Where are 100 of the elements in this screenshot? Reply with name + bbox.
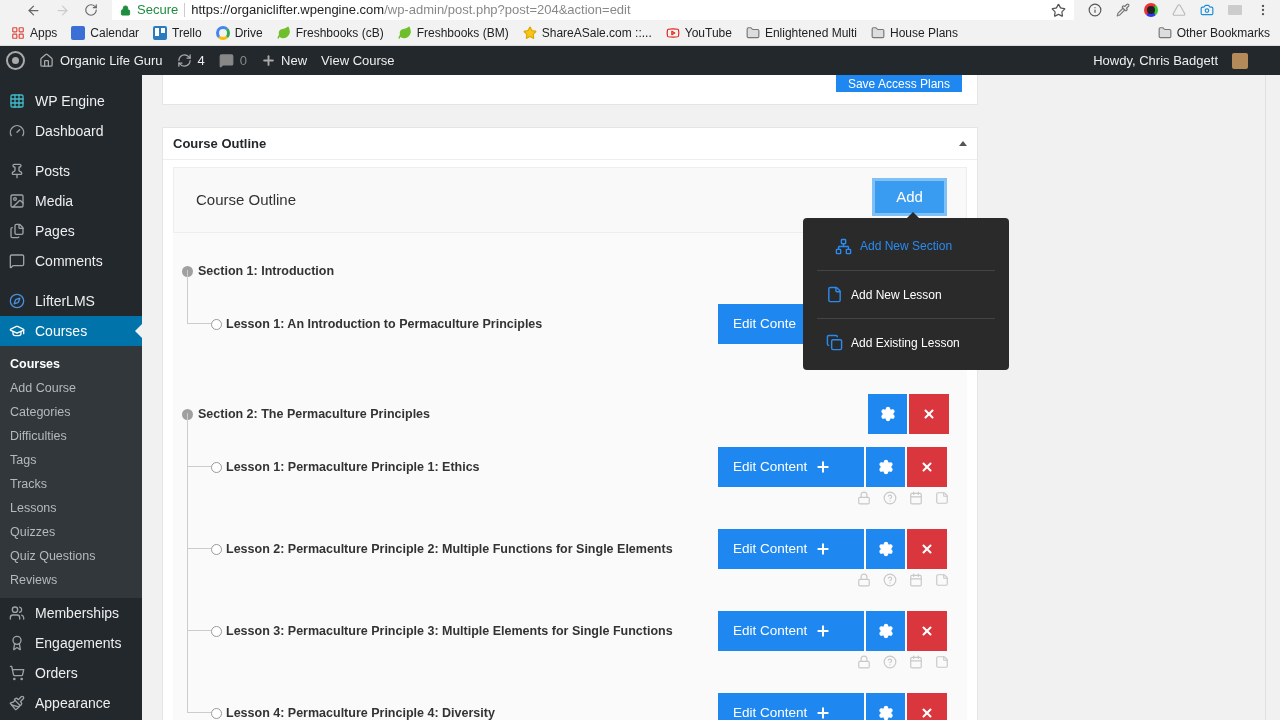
sidebar-item[interactable]: Orders bbox=[0, 658, 142, 688]
bookmark-item[interactable]: Enlightened Multi bbox=[745, 23, 857, 42]
brush-icon bbox=[9, 695, 25, 711]
collapse-icon[interactable] bbox=[959, 141, 967, 146]
submenu-item[interactable]: Quizzes bbox=[0, 520, 142, 544]
submenu-item[interactable]: Reviews bbox=[0, 568, 142, 592]
new-link[interactable]: New bbox=[261, 50, 308, 71]
g-logo-icon bbox=[215, 25, 230, 40]
menu-item[interactable]: Add New Section bbox=[817, 222, 995, 270]
settings-button[interactable] bbox=[866, 611, 905, 651]
updates-link[interactable]: 4 bbox=[176, 50, 205, 71]
edit-content-button[interactable]: Edit Content bbox=[718, 447, 864, 487]
back-icon[interactable] bbox=[26, 2, 41, 18]
submenu-item[interactable]: Difficulties bbox=[0, 424, 142, 448]
menu-item[interactable]: Add Existing Lesson bbox=[817, 318, 995, 366]
bookmark-item[interactable]: Calendar bbox=[71, 23, 140, 42]
submenu-item[interactable]: Tags bbox=[0, 448, 142, 472]
sidebar-item[interactable]: Appearance bbox=[0, 688, 142, 718]
sidebar-item[interactable]: Engagements bbox=[0, 628, 142, 658]
settings-icon bbox=[877, 623, 894, 639]
sidebar-item[interactable]: Posts bbox=[0, 156, 142, 186]
close-icon bbox=[922, 407, 936, 421]
delete-button[interactable] bbox=[907, 447, 947, 487]
bookmark-item[interactable]: Trello bbox=[153, 23, 202, 42]
bookmark-item[interactable]: Freshbooks (BM) bbox=[397, 23, 509, 42]
document-icon bbox=[826, 286, 843, 303]
lesson-title[interactable]: Lesson 1: Permaculture Principle 1: Ethics bbox=[226, 460, 480, 474]
bookmark-item[interactable]: YouTube bbox=[665, 23, 732, 42]
submenu-item[interactable]: Tracks bbox=[0, 472, 142, 496]
edit-content-button[interactable]: Edit Content bbox=[718, 693, 864, 720]
menu-item[interactable]: Add New Lesson bbox=[817, 270, 995, 318]
lesson-title[interactable]: Lesson 1: An Introduction to Permaculture Principles bbox=[226, 317, 543, 331]
lesson-title[interactable]: Lesson 4: Permaculture Principle 4: Diversity bbox=[226, 706, 495, 720]
board-icon bbox=[153, 25, 168, 40]
reload-icon[interactable] bbox=[84, 3, 98, 17]
bookmark-item[interactable]: House Plans bbox=[871, 23, 959, 42]
sidebar-item[interactable]: Dashboard bbox=[0, 116, 142, 146]
screenshot-icon[interactable] bbox=[1200, 3, 1214, 17]
folder-icon bbox=[871, 25, 885, 40]
documents-icon bbox=[826, 334, 843, 351]
comments-link[interactable]: 0 bbox=[218, 50, 248, 71]
address-field[interactable]: Secure https://organiclifter.wpengine.com/wp-admin/post.php?post=204&action=edit bbox=[112, 0, 1074, 20]
url-text: https://organiclifter.wpengine.com/wp-admin/post.php?post=204&action=edit bbox=[191, 1, 631, 20]
lesson-title[interactable]: Lesson 3: Permaculture Principle 3: Multiple Elements for Single Functions bbox=[226, 624, 673, 638]
bookmark-item[interactable]: Drive bbox=[215, 23, 263, 42]
sidebar-item[interactable]: Media bbox=[0, 186, 142, 216]
settings-button[interactable] bbox=[866, 447, 905, 487]
wordpress-logo-icon[interactable] bbox=[6, 51, 25, 70]
color-wheel-icon[interactable] bbox=[1144, 3, 1158, 17]
howdy-link[interactable]: Howdy, Chris Badgett bbox=[1093, 50, 1218, 71]
sidebar-item[interactable]: Comments bbox=[0, 246, 142, 276]
settings-button[interactable] bbox=[868, 394, 907, 434]
comment-icon bbox=[9, 253, 25, 269]
close-icon bbox=[920, 460, 934, 474]
settings-button[interactable] bbox=[866, 529, 905, 569]
view-course-link[interactable]: View Course bbox=[321, 50, 395, 71]
submenu-item[interactable]: Courses bbox=[0, 352, 142, 376]
info-icon[interactable] bbox=[1088, 3, 1102, 17]
bookmark-star-icon[interactable] bbox=[1051, 2, 1066, 18]
submenu-item[interactable]: Lessons bbox=[0, 496, 142, 520]
calendar-icon bbox=[71, 25, 86, 40]
delete-button[interactable] bbox=[907, 529, 947, 569]
section-title[interactable]: Section 1: Introduction bbox=[198, 261, 335, 281]
settings-icon bbox=[877, 459, 894, 475]
delete-button[interactable] bbox=[909, 394, 949, 434]
star-icon bbox=[522, 25, 537, 40]
close-icon bbox=[920, 542, 934, 556]
bookmark-item[interactable]: ShareASale.com ::... bbox=[522, 23, 652, 42]
sidebar-item[interactable]: Courses bbox=[0, 316, 142, 346]
delete-button[interactable] bbox=[907, 611, 947, 651]
submenu-item[interactable]: Add Course bbox=[0, 376, 142, 400]
sidebar-item[interactable]: LifterLMS bbox=[0, 286, 142, 316]
close-icon bbox=[920, 706, 934, 720]
bookmark-item[interactable]: Freshbooks (cB) bbox=[276, 23, 384, 42]
submenu-item[interactable]: Quiz Questions bbox=[0, 544, 142, 568]
avatar[interactable] bbox=[1232, 52, 1248, 69]
submenu-item[interactable]: Categories bbox=[0, 400, 142, 424]
gauge-icon bbox=[9, 123, 25, 139]
settings-icon bbox=[879, 406, 896, 422]
other-bookmarks[interactable]: Other Bookmarks bbox=[1157, 23, 1270, 42]
sidebar-item[interactable]: Pages bbox=[0, 216, 142, 246]
save-access-plans-button[interactable]: Save Access Plans bbox=[835, 75, 962, 92]
secure-label: Secure bbox=[137, 1, 179, 20]
lock-icon bbox=[120, 4, 131, 16]
sidebar-item[interactable]: WP Engine bbox=[0, 86, 142, 116]
graduation-cap-icon bbox=[9, 323, 25, 339]
cart-icon bbox=[9, 665, 25, 681]
grid-icon bbox=[9, 93, 25, 109]
media-icon bbox=[9, 193, 25, 209]
hierarchy-icon bbox=[835, 237, 852, 255]
eyedropper-icon[interactable] bbox=[1116, 3, 1130, 17]
edit-content-button[interactable]: Edit Content bbox=[718, 611, 864, 651]
comment-icon bbox=[218, 53, 234, 68]
site-link[interactable]: Organic Life Guru bbox=[39, 50, 163, 71]
edit-content-button[interactable]: Edit Content bbox=[718, 529, 864, 569]
refresh-icon bbox=[176, 53, 192, 68]
lesson-title[interactable]: Lesson 2: Permaculture Principle 2: Multiple Functions for Single Elements bbox=[226, 542, 673, 556]
bookmark-item[interactable]: Apps bbox=[11, 23, 58, 42]
sidebar-item[interactable]: Memberships bbox=[0, 598, 142, 628]
section-title[interactable]: Section 2: The Permaculture Principles bbox=[198, 404, 431, 424]
